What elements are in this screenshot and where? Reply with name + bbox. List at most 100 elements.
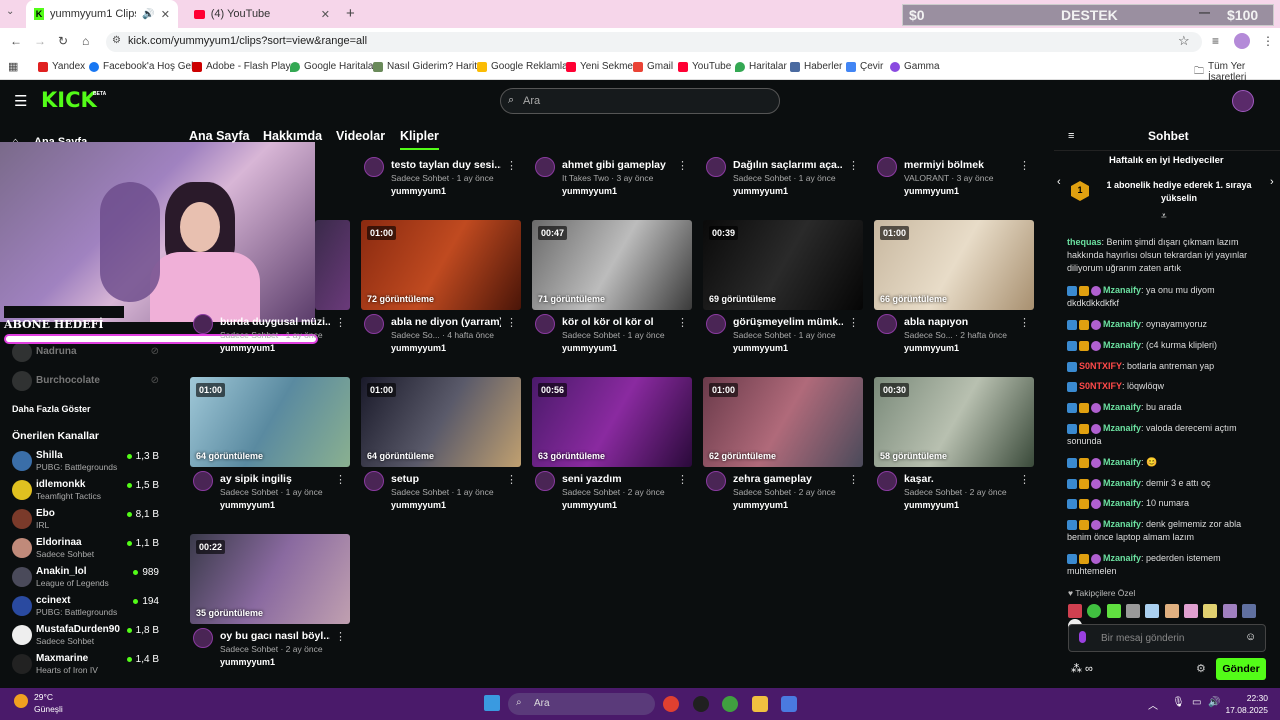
clip-title[interactable]: burda duygusal müzi... [220,316,330,328]
microphone-tray-icon[interactable]: 🎙 [1172,697,1185,708]
taskbar-search[interactable]: Ara [508,693,655,715]
bookmark[interactable]: Google Haritalar [290,61,377,72]
clip-user[interactable]: yummyyum1 [904,500,959,510]
clip-title[interactable]: Dağılın saçlarımı aça... [733,159,843,171]
clip-title[interactable]: setup [391,473,501,485]
tray-chevron-icon[interactable]: ︿ [1148,697,1158,712]
more-options-icon[interactable]: ⋮ [1019,159,1030,172]
sidebar-recommended-channel[interactable]: Shilla PUBG: Battlegrounds 1,3 B [12,449,172,475]
clip-title[interactable]: kaşar. [904,473,1014,485]
chat-username[interactable]: Mzanaify [1103,423,1141,433]
minimize-icon[interactable]: — [1199,7,1210,19]
tab-clips[interactable]: Klipler [400,129,439,150]
expand-icon[interactable]: ⩡ [1161,211,1167,222]
sidebar-recommended-channel[interactable]: Eldorinaa Sadece Sohbet 1,1 B [12,536,172,562]
file-explorer-icon[interactable] [752,696,768,712]
tab-kick[interactable]: K yummyyum1 Clips - Watch 🔊 ✕ [26,0,178,28]
clip-user[interactable]: yummyyum1 [220,343,275,353]
clip-title[interactable]: oy bu gacı nasıl böyl... [220,630,330,642]
clip-user[interactable]: yummyyum1 [391,186,446,196]
sidebar-recommended-channel[interactable]: Maxmarine Hearts of Iron IV 1,4 B [12,652,172,678]
new-tab-icon[interactable]: + [346,5,355,22]
chat-message-input[interactable]: Bir mesaj gönderin [1068,624,1266,652]
clip-user[interactable]: yummyyum1 [733,343,788,353]
points-icon[interactable]: ⁂ ∞ [1071,662,1093,675]
clip-thumbnail[interactable]: 00:39 69 görüntüleme [703,220,863,310]
chat-username[interactable]: S0NTXIFY [1079,361,1122,371]
profile-icon[interactable] [1234,33,1250,49]
network-icon[interactable]: ▭ [1192,697,1201,708]
collapse-chat-icon[interactable]: ≡ [1068,130,1074,142]
bookmark[interactable]: Nasıl Giderim? Harit... [373,61,485,72]
clip-thumbnail[interactable]: 01:00 66 görüntüleme [874,220,1034,310]
speaker-icon[interactable]: 🔊 [142,9,154,20]
bookmark[interactable]: Gmail [633,61,673,72]
bookmark[interactable]: Adobe - Flash Player [192,61,299,72]
microphone-icon[interactable] [1079,631,1086,643]
chat-username[interactable]: Mzanaify [1103,478,1141,488]
chat-username[interactable]: Mzanaify [1103,319,1141,329]
clip-user[interactable]: yummyyum1 [220,657,275,667]
clip-thumbnail[interactable]: 00:56 63 görüntüleme [532,377,692,467]
clip-title[interactable]: abla ne diyon (yarram) [391,316,501,328]
chrome-active-icon[interactable] [722,696,738,712]
star-icon[interactable]: ☆ [1178,33,1190,49]
clip-title[interactable]: testo taylan duy sesi... [391,159,501,171]
bookmark[interactable]: Yandex [38,61,85,72]
clip-title[interactable]: abla napıyon [904,316,1014,328]
chrome-icon[interactable] [663,696,679,712]
emote-icon[interactable] [1203,603,1218,618]
clip-thumbnail[interactable]: 01:00 64 görüntüleme [361,377,521,467]
more-options-icon[interactable]: ⋮ [506,159,517,172]
clip-title[interactable]: kör ol kör ol kör ol [562,316,672,328]
tab-about[interactable]: Hakkımda [263,129,322,143]
clip-thumbnail[interactable] [315,220,350,310]
clip-thumbnail[interactable]: 01:00 64 görüntüleme [190,377,350,467]
clip-user[interactable]: yummyyum1 [733,500,788,510]
bookmark[interactable]: Çevir [846,61,883,72]
emoji-icon[interactable]: ☺ [1245,631,1256,643]
sidebar-recommended-channel[interactable]: Ebo IRL 8,1 B [12,507,172,533]
bookmark[interactable]: Haritalar [735,61,787,72]
more-options-icon[interactable]: ⋮ [506,316,517,329]
emote-icon[interactable] [1068,603,1082,618]
hamburger-menu-icon[interactable]: ☰ [14,92,27,110]
more-options-icon[interactable]: ⋮ [335,630,346,643]
clip-user[interactable]: yummyyum1 [562,500,617,510]
chat-username[interactable]: Mzanaify [1103,402,1141,412]
more-options-icon[interactable]: ⋮ [848,473,859,486]
bookmark[interactable]: Yeni Sekme [566,61,633,72]
url-field[interactable]: kick.com/yummyyum1/clips?sort=view&range… [106,32,1202,52]
clip-thumbnail[interactable]: 00:30 58 görüntüleme [874,377,1034,467]
emote-icon[interactable] [1222,603,1237,618]
chat-username[interactable]: Mzanaify [1103,285,1141,295]
chat-username[interactable]: Mzanaify [1103,340,1141,350]
reload-icon[interactable]: ↻ [58,34,68,48]
emote-icon[interactable] [1106,603,1121,618]
clip-thumbnail[interactable]: 00:22 35 görüntüleme [190,534,350,624]
sidebar-followed-channel[interactable]: Burchocolate ⊘ [12,369,172,395]
windows-start-icon[interactable] [484,695,500,711]
chat-settings-icon[interactable]: ⚙ [1196,662,1206,675]
chevron-right-icon[interactable]: › [1270,176,1274,188]
chat-username[interactable]: thequas [1067,237,1102,247]
bookmark[interactable]: Facebook'a Hoş Gel... [89,61,202,72]
kick-logo[interactable]: KICK [41,88,97,112]
clip-title[interactable]: mermiyi bölmek [904,159,1014,171]
bookmark[interactable]: Haberler [790,61,842,72]
sidebar-recommended-channel[interactable]: idlemonkk Teamfight Tactics 1,5 B [12,478,172,504]
more-options-icon[interactable]: ⋮ [1019,473,1030,486]
chat-username[interactable]: Mzanaify [1103,553,1141,563]
tab-home[interactable]: Ana Sayfa [189,129,249,143]
emote-icon[interactable] [1126,603,1141,618]
emote-row[interactable] [1068,603,1264,633]
sidebar-recommended-channel[interactable]: Anakin_lol League of Legends 989 [12,565,172,591]
close-tab-icon[interactable]: ✕ [161,8,170,21]
tab-youtube[interactable]: (4) YouTube ✕ [186,0,338,28]
more-options-icon[interactable]: ⋮ [848,159,859,172]
clip-title[interactable]: seni yazdım [562,473,672,485]
bookmark[interactable]: Gamma [890,61,940,72]
clip-title[interactable]: görüşmeyelim mümk... [733,316,843,328]
emote-icon[interactable] [1242,603,1257,618]
bookmark[interactable]: Google Reklamları [477,61,574,72]
